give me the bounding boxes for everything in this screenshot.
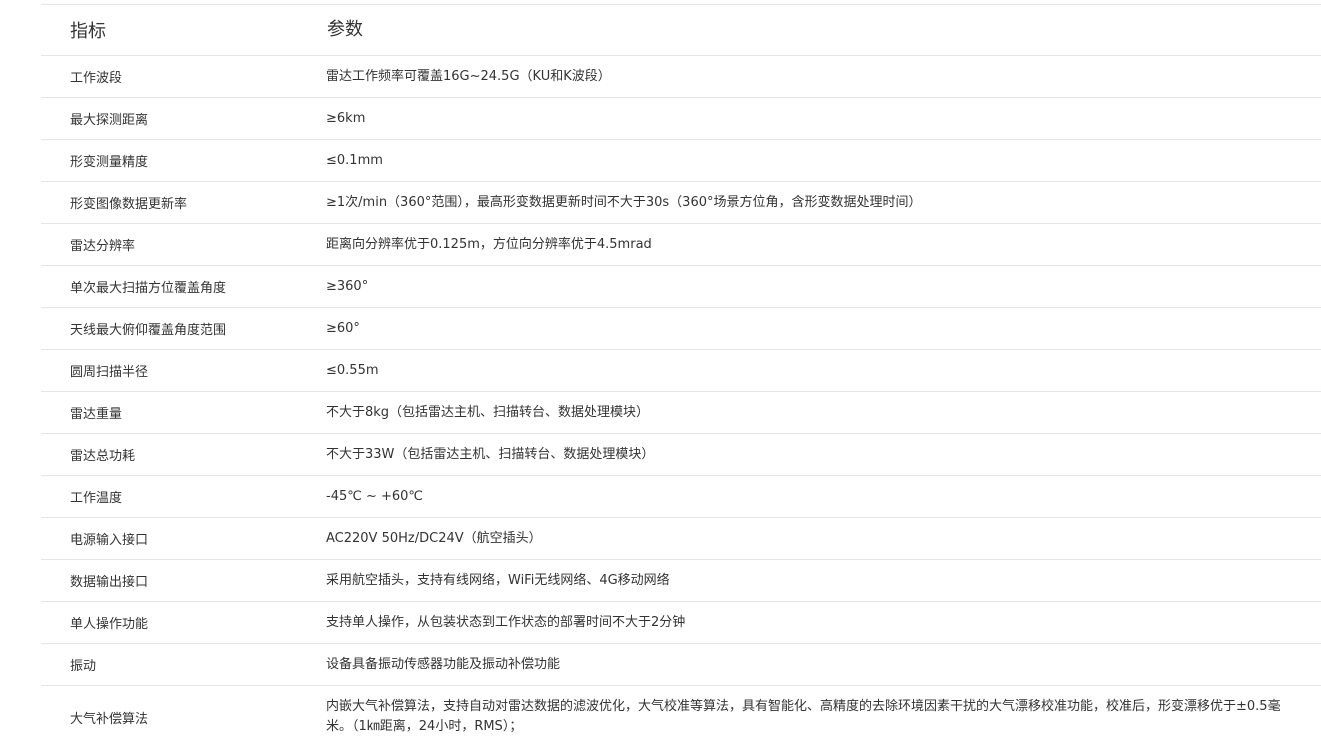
table-header-row: 指标 参数 bbox=[41, 5, 1321, 56]
spec-value: 雷达工作频率可覆盖16G~24.5G（KU和K波段） bbox=[326, 68, 611, 84]
table-row: 电源输入接口 AC220V 50Hz/DC24V（航空插头） bbox=[41, 518, 1321, 560]
spec-key: 大气补偿算法 bbox=[70, 711, 149, 727]
table-row: 大气补偿算法 内嵌大气补偿算法，支持自动对雷达数据的滤波优化，大气校准等算法，具… bbox=[41, 686, 1321, 748]
table-row: 最大探测距离 ≥6km bbox=[41, 98, 1321, 140]
table-row: 工作温度 -45℃ ~ +60℃ bbox=[41, 476, 1321, 518]
table-row: 单人操作功能 支持单人操作，从包装状态到工作状态的部署时间不大于2分钟 bbox=[41, 602, 1321, 644]
spec-value: 不大于8kg（包括雷达主机、扫描转台、数据处理模块） bbox=[326, 404, 650, 420]
table-row: 数据输出接口 采用航空插头，支持有线网络，WiFi无线网络、4G移动网络 bbox=[41, 560, 1321, 602]
spec-value: 内嵌大气补偿算法，支持自动对雷达数据的滤波优化，大气校准等算法，具有智能化、高精… bbox=[326, 699, 1281, 734]
spec-value: 支持单人操作，从包装状态到工作状态的部署时间不大于2分钟 bbox=[326, 614, 686, 630]
spec-value: 设备具备振动传感器功能及振动补偿功能 bbox=[326, 656, 561, 672]
spec-value: ≤0.1mm bbox=[326, 152, 383, 168]
spec-value: ≥60° bbox=[326, 320, 360, 336]
spec-key: 单次最大扫描方位覆盖角度 bbox=[70, 281, 227, 296]
table-row: 形变测量精度 ≤0.1mm bbox=[41, 140, 1321, 182]
spec-key: 雷达总功耗 bbox=[70, 449, 136, 464]
spec-key: 天线最大俯仰覆盖角度范围 bbox=[70, 323, 227, 338]
spec-key: 振动 bbox=[70, 659, 97, 674]
spec-value: 距离向分辨率优于0.125m，方位向分辨率优于4.5mrad bbox=[326, 236, 652, 252]
spec-value: ≥1次/min（360°范围），最高形变数据更新时间不大于30s（360°场景方… bbox=[326, 194, 922, 210]
spec-key: 电源输入接口 bbox=[70, 533, 149, 548]
table-row: 形变图像数据更新率 ≥1次/min（360°范围），最高形变数据更新时间不大于3… bbox=[41, 182, 1321, 224]
table-row: 振动 设备具备振动传感器功能及振动补偿功能 bbox=[41, 644, 1321, 686]
table-row: 雷达分辨率 距离向分辨率优于0.125m，方位向分辨率优于4.5mrad bbox=[41, 224, 1321, 266]
spec-value: AC220V 50Hz/DC24V（航空插头） bbox=[326, 530, 542, 546]
spec-value: 不大于33W（包括雷达主机、扫描转台、数据处理模块） bbox=[326, 446, 655, 462]
spec-key: 数据输出接口 bbox=[70, 575, 149, 590]
table-row: 雷达重量 不大于8kg（包括雷达主机、扫描转台、数据处理模块） bbox=[41, 392, 1321, 434]
table-row: 工作波段 雷达工作频率可覆盖16G~24.5G（KU和K波段） bbox=[41, 56, 1321, 98]
spec-key: 雷达分辨率 bbox=[70, 239, 136, 254]
spec-value: ≥6km bbox=[326, 110, 366, 126]
table-row: 圆周扫描半径 ≤0.55m bbox=[41, 350, 1321, 392]
spec-key: 圆周扫描半径 bbox=[70, 365, 149, 380]
spec-key: 形变图像数据更新率 bbox=[70, 197, 188, 212]
spec-value: -45℃ ~ +60℃ bbox=[326, 488, 424, 504]
spec-key: 雷达重量 bbox=[70, 407, 123, 422]
spec-key: 工作温度 bbox=[70, 491, 123, 506]
spec-key: 最大探测距离 bbox=[70, 113, 149, 128]
spec-key: 形变测量精度 bbox=[70, 155, 149, 170]
header-value: 参数 bbox=[327, 19, 363, 40]
table-row: 单次最大扫描方位覆盖角度 ≥360° bbox=[41, 266, 1321, 308]
spec-key: 工作波段 bbox=[70, 71, 123, 86]
spec-table: 指标 参数 工作波段 雷达工作频率可覆盖16G~24.5G（KU和K波段） 最大… bbox=[41, 4, 1321, 748]
spec-value: ≥360° bbox=[326, 278, 369, 294]
spec-value: ≤0.55m bbox=[326, 362, 379, 378]
table-row: 天线最大俯仰覆盖角度范围 ≥60° bbox=[41, 308, 1321, 350]
table-row: 雷达总功耗 不大于33W（包括雷达主机、扫描转台、数据处理模块） bbox=[41, 434, 1321, 476]
spec-value: 采用航空插头，支持有线网络，WiFi无线网络、4G移动网络 bbox=[326, 572, 670, 588]
header-key: 指标 bbox=[70, 21, 106, 42]
spec-key: 单人操作功能 bbox=[70, 617, 149, 632]
